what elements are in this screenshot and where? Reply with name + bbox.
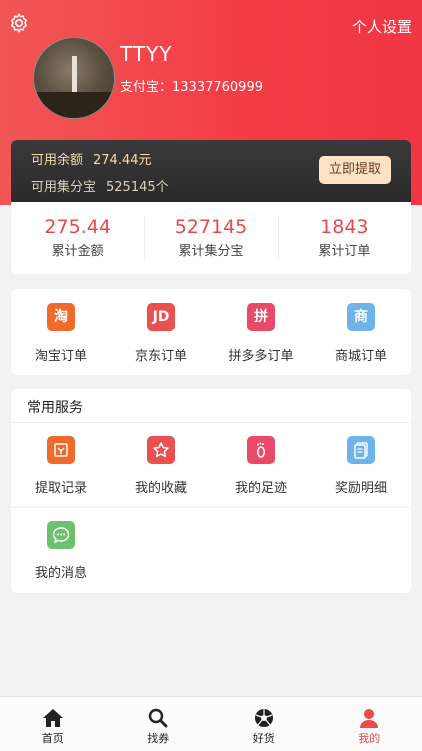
taobao-icon: 淘	[47, 303, 75, 331]
balance-card: 可用余额 274.44元 可用集分宝 525145个 立即提取	[11, 140, 411, 202]
avatar[interactable]	[33, 37, 115, 119]
alipay-label: 支付宝：	[120, 80, 172, 95]
tab-mine[interactable]: 我的	[317, 697, 422, 751]
message-icon	[47, 521, 75, 549]
footprint-icon	[247, 436, 275, 464]
withdraw-now-button[interactable]: 立即提取	[319, 156, 391, 184]
stat-label: 累计订单	[278, 240, 411, 259]
favorites-button[interactable]: 我的收藏	[111, 423, 211, 496]
grid-label: 我的消息	[11, 562, 111, 581]
reward-detail-icon	[347, 436, 375, 464]
section-title: 常用服务	[27, 397, 83, 417]
search-icon	[147, 708, 169, 728]
stat-value: 275.44	[11, 216, 144, 238]
tab-label: 找券	[106, 730, 212, 746]
gear-icon[interactable]	[8, 12, 30, 34]
tab-find-coupons[interactable]: 找券	[106, 697, 212, 751]
grid-label: 我的收藏	[111, 477, 211, 496]
personal-settings-link[interactable]: 个人设置	[352, 16, 412, 37]
services-row: 提取记录 我的收藏 我的足迹 奖励明细	[11, 423, 411, 496]
grid-label: 我的足迹	[211, 477, 311, 496]
messages-button[interactable]: 我的消息	[11, 508, 111, 581]
tab-home[interactable]: 首页	[0, 697, 106, 751]
footprint-button[interactable]: 我的足迹	[211, 423, 311, 496]
tab-good-products[interactable]: 好货	[211, 697, 317, 751]
grid-label: 淘宝订单	[11, 345, 111, 364]
alipay-account: 支付宝：13337760999	[120, 76, 263, 95]
tab-label: 首页	[0, 730, 106, 746]
mall-orders-button[interactable]: 商 商城订单	[311, 289, 411, 375]
tab-label: 我的	[317, 730, 422, 746]
stat-value: 1843	[278, 216, 411, 238]
jd-icon: JD	[147, 303, 175, 331]
withdraw-record-icon	[47, 436, 75, 464]
available-balance-value: 274.44元	[93, 153, 152, 168]
orders-card: 淘 淘宝订单 JD 京东订单 拼 拼多多订单 商 商城订单	[11, 289, 411, 375]
services-row: 我的消息	[11, 507, 411, 581]
withdraw-record-button[interactable]: 提取记录	[11, 423, 111, 496]
grid-label: 京东订单	[111, 345, 211, 364]
grid-label: 商城订单	[311, 345, 411, 364]
aperture-icon	[253, 708, 275, 728]
grid-label: 奖励明细	[311, 477, 411, 496]
available-points-value: 525145个	[106, 180, 169, 195]
stat-value: 527145	[144, 216, 277, 238]
alipay-number: 13337760999	[172, 80, 263, 95]
pinduoduo-icon: 拼	[247, 303, 275, 331]
username: TTYY	[120, 42, 173, 66]
available-points: 可用集分宝 525145个	[31, 176, 169, 195]
common-services-card: 常用服务 提取记录 我的收藏 我的足迹 奖励明细	[11, 389, 411, 593]
reward-detail-button[interactable]: 奖励明细	[311, 423, 411, 496]
jd-orders-button[interactable]: JD 京东订单	[111, 289, 211, 375]
avatar-figure	[72, 56, 77, 96]
mall-icon: 商	[347, 303, 375, 331]
stat-label: 累计金额	[11, 240, 144, 259]
stat-label: 累计集分宝	[144, 240, 277, 259]
grid-label: 拼多多订单	[211, 345, 311, 364]
tab-label: 好货	[211, 730, 317, 746]
home-icon	[42, 708, 64, 728]
available-points-label: 可用集分宝	[31, 180, 96, 195]
taobao-orders-button[interactable]: 淘 淘宝订单	[11, 289, 111, 375]
stat-total-points[interactable]: 527145 累计集分宝	[144, 202, 277, 274]
avatar-ground	[34, 92, 114, 118]
stats-panel: 275.44 累计金额 527145 累计集分宝 1843 累计订单	[11, 202, 411, 274]
profile-header: 个人设置 TTYY 支付宝：13337760999 可用余额 274.44元 可用…	[0, 0, 422, 205]
stat-total-amount[interactable]: 275.44 累计金额	[11, 202, 144, 274]
available-balance-label: 可用余额	[31, 153, 83, 168]
grid-label: 提取记录	[11, 477, 111, 496]
user-icon	[358, 708, 380, 728]
bottom-tab-bar: 首页 找券 好货 我的	[0, 696, 422, 751]
available-balance: 可用余额 274.44元	[31, 149, 152, 168]
stat-total-orders[interactable]: 1843 累计订单	[278, 202, 411, 274]
star-icon	[147, 436, 175, 464]
pinduoduo-orders-button[interactable]: 拼 拼多多订单	[211, 289, 311, 375]
